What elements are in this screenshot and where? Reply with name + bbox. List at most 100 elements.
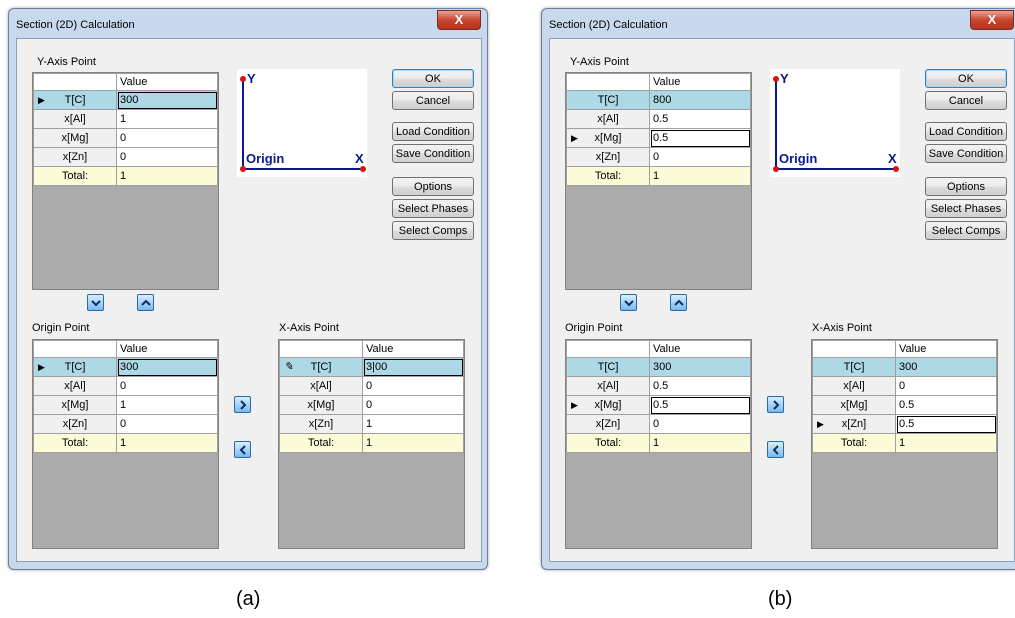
row-label: T[C] xyxy=(310,361,332,373)
value-cell[interactable]: 0.5 xyxy=(649,128,751,148)
x-axis-point-label: X-Axis Point xyxy=(812,322,872,334)
options-button[interactable]: Options xyxy=(392,177,474,196)
select-phases-button[interactable]: Select Phases xyxy=(925,199,1007,218)
ok-button[interactable]: OK xyxy=(925,69,1007,88)
value-cell[interactable]: 0 xyxy=(895,376,997,396)
row-pointer-icon: ▶ xyxy=(571,400,578,410)
value-cell[interactable]: 0.5 xyxy=(649,109,751,129)
row-label: Total: xyxy=(33,166,117,186)
value-cell[interactable]: 0 xyxy=(116,414,218,434)
row-label: T[C] xyxy=(566,90,650,110)
value-cell[interactable]: 0.5 xyxy=(895,414,997,434)
caption-a: (a) xyxy=(236,588,261,610)
origin-point-label: Origin Point xyxy=(565,322,623,334)
value-cell[interactable]: 0.5 xyxy=(649,395,751,415)
row-label: x[Zn] xyxy=(33,147,117,167)
row-label: T[C] xyxy=(566,357,650,377)
row-label: x[Zn] xyxy=(279,414,363,434)
chevron-right-icon[interactable] xyxy=(234,396,251,413)
dialog-title: Section (2D) Calculation xyxy=(549,19,668,31)
value-cell[interactable]: 0 xyxy=(116,147,218,167)
load-condition-button[interactable]: Load Condition xyxy=(392,122,474,141)
value-header: Value xyxy=(116,340,218,358)
caption-b: (b) xyxy=(768,588,793,610)
y-axis-grid[interactable]: Value T[C] 800 x[Al] 0.5 ▶ x[Mg] 0.5 x[Zn] 0 … xyxy=(565,72,752,290)
cancel-button[interactable]: Cancel xyxy=(925,91,1007,110)
row-label: x[Zn] xyxy=(566,147,650,167)
value-cell[interactable]: 0 xyxy=(116,128,218,148)
chevron-right-icon[interactable] xyxy=(767,396,784,413)
value-header: Value xyxy=(895,340,997,358)
value-cell[interactable]: 300 xyxy=(116,90,218,110)
save-condition-button[interactable]: Save Condition xyxy=(392,144,474,163)
row-label: x[Mg] xyxy=(594,399,622,411)
row-pointer-icon: ▶ xyxy=(38,95,45,105)
row-label: x[Mg] xyxy=(812,395,896,415)
y-axis-letter: Y xyxy=(247,71,256,86)
cancel-button[interactable]: Cancel xyxy=(392,91,474,110)
value-header: Value xyxy=(116,73,218,91)
total-cell: 1 xyxy=(649,433,751,453)
value-cell[interactable]: 0 xyxy=(649,414,751,434)
select-comps-button[interactable]: Select Comps xyxy=(925,221,1007,240)
chevron-down-icon[interactable] xyxy=(87,294,104,311)
origin-point-label: Origin Point xyxy=(32,322,90,334)
title-bar: Section (2D) Calculation X xyxy=(542,9,1015,39)
options-button[interactable]: Options xyxy=(925,177,1007,196)
select-comps-button[interactable]: Select Comps xyxy=(392,221,474,240)
chevron-left-icon[interactable] xyxy=(767,441,784,458)
value-cell[interactable]: 300 xyxy=(895,357,997,377)
origin-grid[interactable]: Value T[C] 300 x[Al] 0.5 ▶ x[Mg] 0.5 x[Zn] 0 … xyxy=(565,339,752,549)
value-cell-editing[interactable]: 3|00 xyxy=(362,357,464,377)
chevron-up-icon[interactable] xyxy=(137,294,154,311)
row-label: T[C] xyxy=(64,94,86,106)
value-cell[interactable]: 0 xyxy=(362,376,464,396)
y-axis-letter: Y xyxy=(780,71,789,86)
row-label: Total: xyxy=(33,433,117,453)
value-header: Value xyxy=(362,340,464,358)
row-label: x[Al] xyxy=(33,376,117,396)
ok-button[interactable]: OK xyxy=(392,69,474,88)
origin-text: Origin xyxy=(779,151,817,166)
total-cell: 1 xyxy=(116,433,218,453)
value-cell[interactable]: 1 xyxy=(362,414,464,434)
value-cell[interactable]: 1 xyxy=(116,395,218,415)
value-cell[interactable]: 0.5 xyxy=(649,376,751,396)
close-button[interactable]: X xyxy=(437,10,481,30)
x-axis-letter: X xyxy=(888,151,897,166)
x-axis-grid[interactable]: Value ✎ T[C] 3|00 x[Al] 0 x[Mg] 0 x[Zn] 1 Tot… xyxy=(278,339,465,549)
value-cell[interactable]: 800 xyxy=(649,90,751,110)
value-cell[interactable]: 0 xyxy=(362,395,464,415)
origin-grid[interactable]: Value ▶ T[C] 300 x[Al] 0 x[Mg] 1 x[Zn] 0 Tota… xyxy=(32,339,219,549)
row-label: Total: xyxy=(812,433,896,453)
close-button[interactable]: X xyxy=(970,10,1014,30)
value-cell[interactable]: 1 xyxy=(116,109,218,129)
y-axis-grid[interactable]: Value ▶ T[C] 300 x[Al] 1 x[Mg] 0 x[Zn] 0 Tota… xyxy=(32,72,219,290)
row-pointer-icon: ▶ xyxy=(38,362,45,372)
y-axis-point-label: Y-Axis Point xyxy=(37,56,96,68)
title-bar: Section (2D) Calculation X xyxy=(9,9,487,39)
total-cell: 1 xyxy=(116,166,218,186)
load-condition-button[interactable]: Load Condition xyxy=(925,122,1007,141)
row-label: T[C] xyxy=(812,357,896,377)
total-cell: 1 xyxy=(895,433,997,453)
value-cell[interactable]: 0.5 xyxy=(895,395,997,415)
row-label: x[Al] xyxy=(279,376,363,396)
value-cell[interactable]: 0 xyxy=(649,147,751,167)
value-cell[interactable]: 300 xyxy=(649,357,751,377)
value-cell[interactable]: 300 xyxy=(116,357,218,377)
total-cell: 1 xyxy=(362,433,464,453)
value-header: Value xyxy=(649,340,751,358)
chevron-left-icon[interactable] xyxy=(234,441,251,458)
y-axis-point-label: Y-Axis Point xyxy=(570,56,629,68)
chevron-down-icon[interactable] xyxy=(620,294,637,311)
save-condition-button[interactable]: Save Condition xyxy=(925,144,1007,163)
axes-diagram: Y X Origin xyxy=(770,69,900,177)
dialog-a: Section (2D) Calculation X Y-Axis Point … xyxy=(8,8,488,570)
select-phases-button[interactable]: Select Phases xyxy=(392,199,474,218)
chevron-up-icon[interactable] xyxy=(670,294,687,311)
row-label: x[Zn] xyxy=(566,414,650,434)
row-label: T[C] xyxy=(64,361,86,373)
value-cell[interactable]: 0 xyxy=(116,376,218,396)
x-axis-grid[interactable]: Value T[C] 300 x[Al] 0 x[Mg] 0.5 ▶ x[Zn] 0.5 … xyxy=(811,339,998,549)
